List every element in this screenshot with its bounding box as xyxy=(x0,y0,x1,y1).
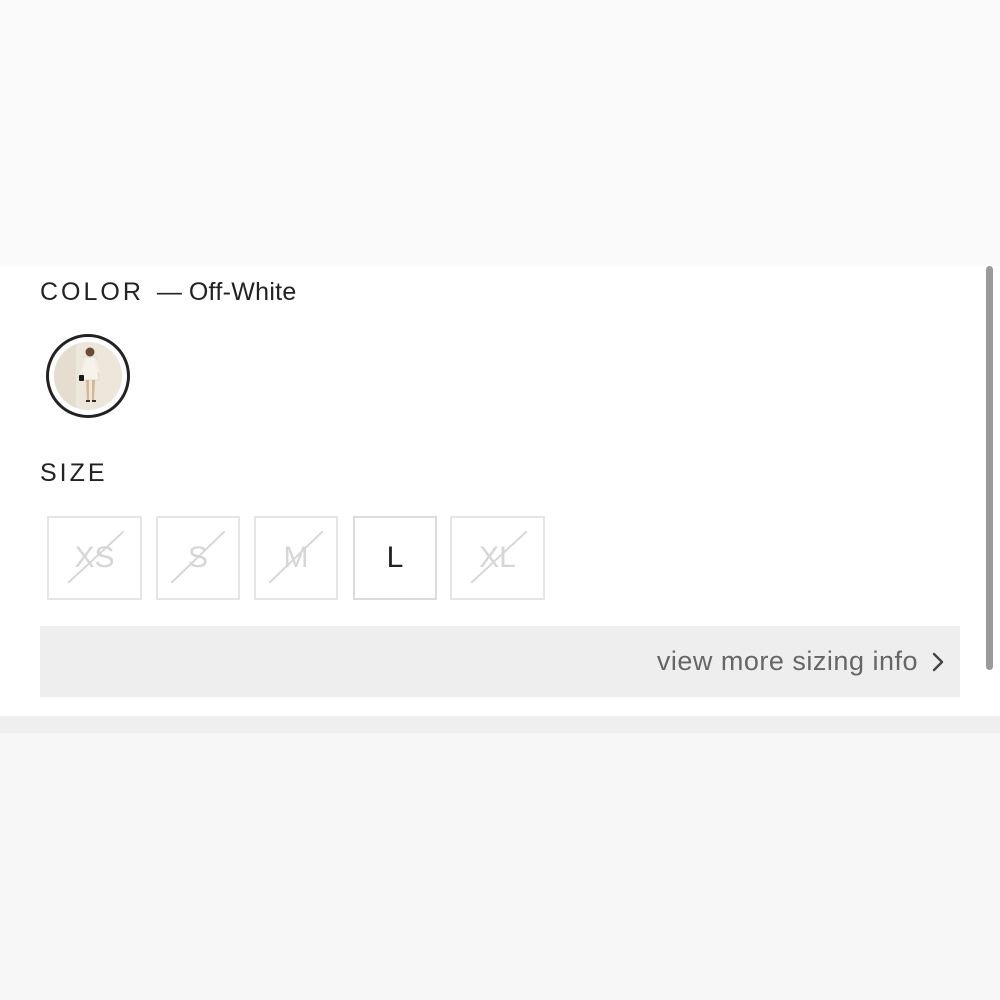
size-option-label: XL xyxy=(479,541,516,574)
color-heading: COLOR — Off-White xyxy=(40,278,297,307)
panel-divider xyxy=(0,716,1000,733)
bottom-background xyxy=(0,733,1000,1000)
size-option-xl[interactable]: XL xyxy=(450,516,545,600)
view-sizing-info-button[interactable]: view more sizing info xyxy=(40,626,960,697)
color-value: Off-White xyxy=(188,278,297,306)
top-background xyxy=(0,0,1000,266)
size-label: SIZE xyxy=(40,459,108,487)
vertical-scrollbar[interactable] xyxy=(986,266,993,670)
sizing-info-label: view more sizing info xyxy=(656,646,918,676)
swatch-thumbnail xyxy=(54,342,122,410)
chevron-right-icon xyxy=(932,652,944,671)
model-thumbnail-image xyxy=(54,342,122,410)
size-option-label: M xyxy=(283,541,309,574)
size-option-m[interactable]: M xyxy=(254,516,338,600)
color-label: COLOR xyxy=(40,278,144,306)
size-option-xs[interactable]: XS xyxy=(47,516,142,600)
color-separator: — xyxy=(156,278,182,306)
size-option-l[interactable]: L xyxy=(353,516,437,600)
size-option-label: L xyxy=(386,541,404,574)
color-swatch-off-white[interactable] xyxy=(46,334,130,418)
size-option-s[interactable]: S xyxy=(156,516,240,600)
size-option-label: XS xyxy=(74,541,115,574)
size-option-label: S xyxy=(187,541,208,574)
